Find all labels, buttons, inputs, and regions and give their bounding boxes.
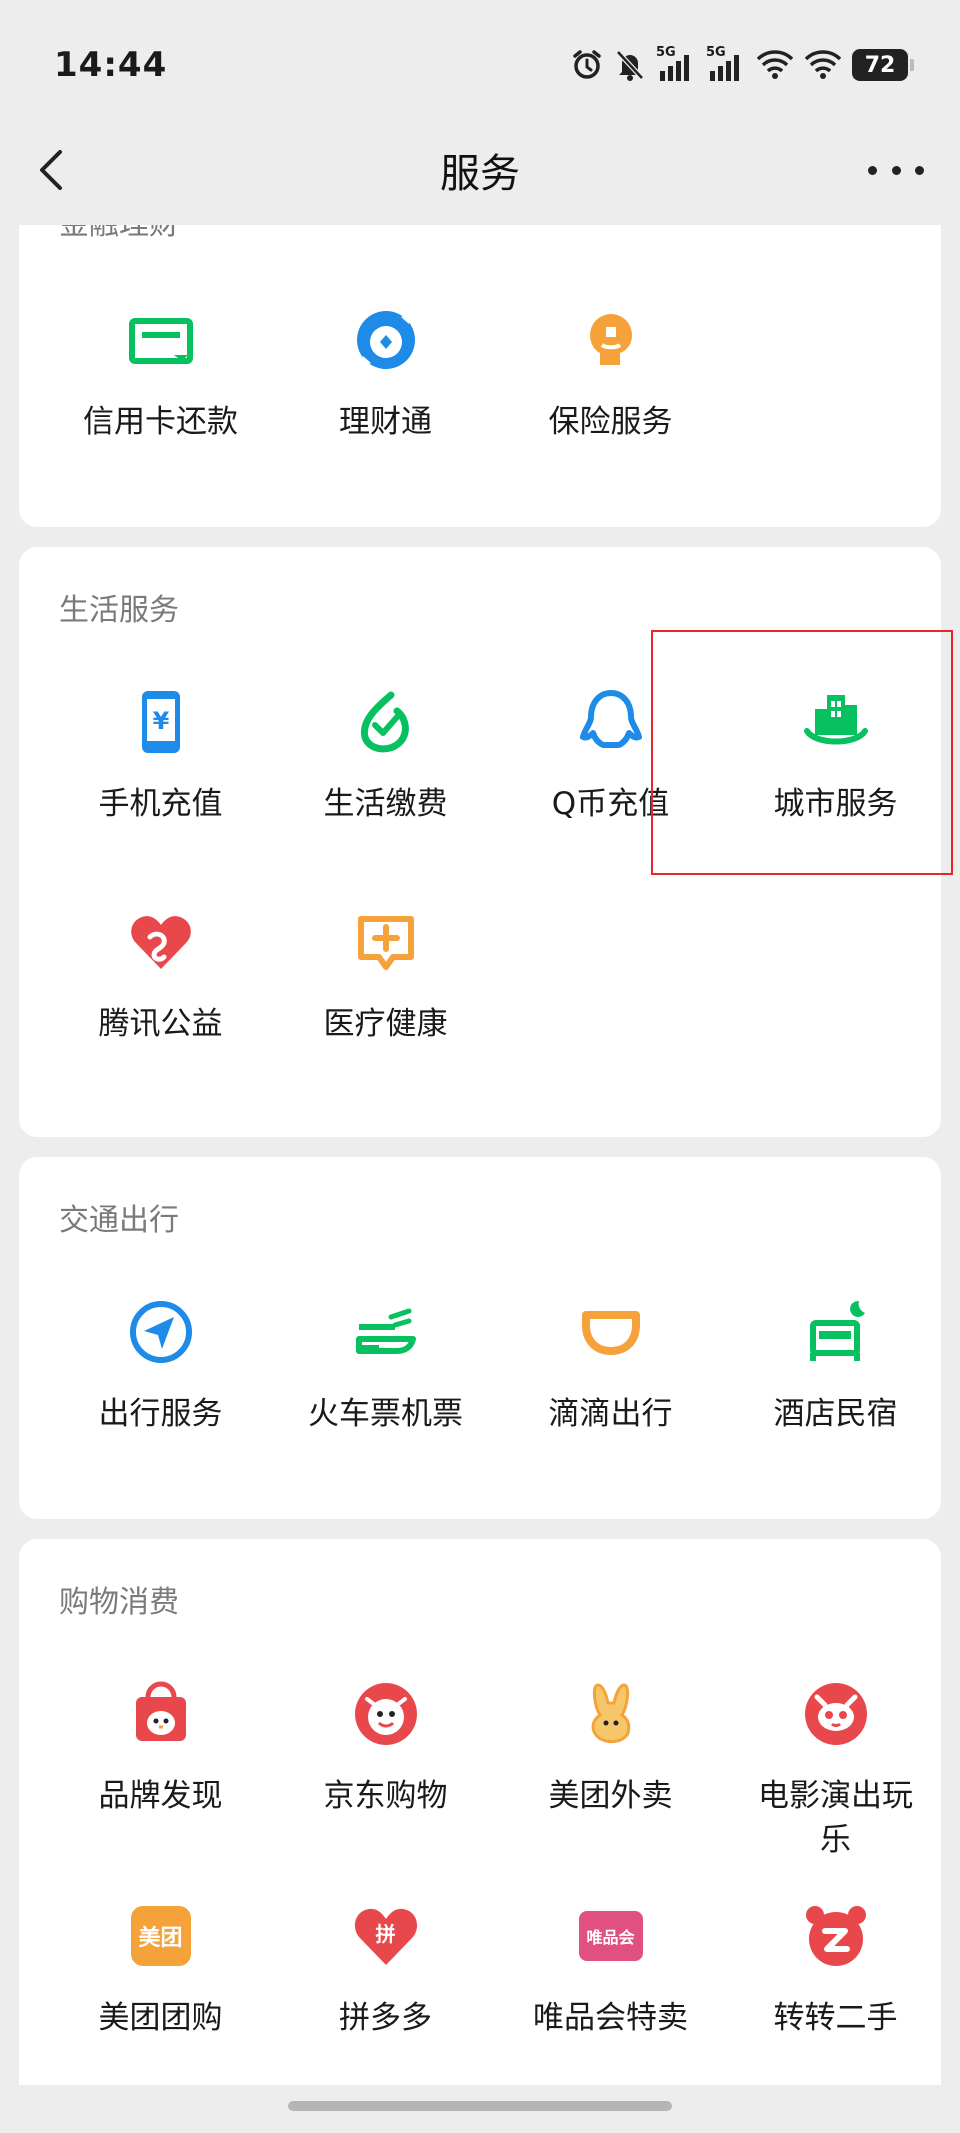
qq-coin-icon (571, 682, 651, 762)
section-title-finance: 金融理财 (59, 225, 179, 243)
meituan-delivery-icon (571, 1674, 651, 1754)
utility-payment-icon (346, 682, 426, 762)
service-label: 腾讯公益 (98, 1006, 223, 1042)
battery-indicator: 72 (852, 49, 914, 81)
hotel-icon (796, 1292, 876, 1372)
service-label: 城市服务 (773, 786, 898, 822)
service-label: 出行服务 (98, 1396, 223, 1432)
service-label: 美团外卖 (548, 1778, 673, 1814)
services-content[interactable]: 金融理财 信用卡还款 理财通 (0, 225, 960, 2085)
service-meituan-group[interactable]: 美团 美团团购 (48, 1896, 273, 2040)
shopping-card: 购物消费 品牌发现 京东购物 美团外卖 电影演出玩 乐 美团 美团团购 拼 拼多… (19, 1539, 941, 2085)
home-indicator[interactable] (288, 2101, 672, 2111)
mute-bell-icon (616, 50, 644, 81)
signal-bars-icon (660, 55, 689, 81)
wealth-icon (346, 300, 426, 380)
service-vipshop[interactable]: 唯品会 唯品会特卖 (498, 1896, 723, 2040)
city-service-icon (796, 682, 876, 762)
more-dot (868, 165, 877, 175)
service-credit-card[interactable]: 信用卡还款 (48, 300, 273, 444)
service-brand[interactable]: 品牌发现 (48, 1674, 273, 1818)
status-bar: 14:44 5G 5G 72 (0, 0, 960, 130)
service-label-line-1: 电影演出玩 (758, 1778, 913, 1814)
service-label: 滴滴出行 (548, 1396, 673, 1432)
service-label: 拼多多 (339, 2000, 432, 2036)
pinduoduo-badge: 拼 (375, 1921, 396, 1946)
service-movie[interactable]: 电影演出玩 乐 (723, 1674, 948, 1862)
service-label: 信用卡还款 (83, 404, 238, 440)
service-label: 品牌发现 (98, 1778, 223, 1814)
back-arrow-icon[interactable] (30, 146, 78, 194)
service-qq-coin[interactable]: Q币充值 (498, 682, 723, 826)
section-title-shopping: 购物消费 (59, 1585, 179, 1620)
service-label: 京东购物 (323, 1778, 448, 1814)
finance-card: 金融理财 信用卡还款 理财通 (19, 225, 941, 527)
jd-icon (346, 1674, 426, 1754)
vipshop-icon: 唯品会 (571, 1896, 651, 1976)
service-city[interactable]: 城市服务 (723, 682, 948, 826)
wifi-icon (804, 50, 842, 79)
service-travel[interactable]: 出行服务 (48, 1292, 273, 1436)
pinduoduo-icon: 拼 (346, 1896, 426, 1976)
section-title-life: 生活服务 (59, 593, 179, 628)
service-insurance[interactable]: 保险服务 (498, 300, 723, 444)
svg-text:¥: ¥ (152, 707, 169, 735)
page-title: 服务 (440, 151, 520, 197)
service-didi[interactable]: 滴滴出行 (498, 1292, 723, 1436)
meituan-badge: 美团 (130, 1906, 191, 1966)
service-utility[interactable]: 生活缴费 (273, 682, 498, 826)
more-options-icon[interactable] (868, 150, 924, 190)
signal-5g-2: 5G (706, 45, 746, 83)
charity-icon (121, 902, 201, 982)
service-label: 美团团购 (98, 2000, 223, 2036)
medical-icon (346, 902, 426, 982)
nav-bar: 服务 (0, 120, 960, 220)
service-meituan-delivery[interactable]: 美团外卖 (498, 1674, 723, 1818)
train-plane-ticket-icon (346, 1292, 426, 1372)
insurance-icon (571, 300, 651, 380)
service-label: 火车票机票 (308, 1396, 463, 1432)
service-label: 理财通 (339, 404, 432, 440)
service-label: 酒店民宿 (773, 1396, 898, 1432)
zhuanzhuan-icon (796, 1896, 876, 1976)
service-label: 手机充值 (98, 786, 223, 822)
life-services-card: 生活服务 ¥ 手机充值 生活缴费 Q币充值 城市服务 腾讯公益 医疗健康 (19, 547, 941, 1137)
service-label: Q币充值 (551, 786, 670, 822)
movie-icon (796, 1674, 876, 1754)
service-zhuanzhuan[interactable]: 转转二手 (723, 1896, 948, 2040)
service-label: 唯品会特卖 (533, 2000, 688, 2036)
credit-card-icon (121, 300, 201, 380)
service-label: 保险服务 (548, 404, 673, 440)
service-charity[interactable]: 腾讯公益 (48, 902, 273, 1046)
service-tickets[interactable]: 火车票机票 (273, 1292, 498, 1436)
status-time: 14:44 (54, 45, 168, 85)
service-label: 转转二手 (773, 2000, 898, 2036)
service-wealth[interactable]: 理财通 (273, 300, 498, 444)
service-label: 医疗健康 (323, 1006, 448, 1042)
service-label: 生活缴费 (323, 786, 448, 822)
wifi-icon (756, 50, 794, 79)
signal-bars-icon (710, 55, 739, 81)
travel-service-icon (121, 1292, 201, 1372)
service-hotel[interactable]: 酒店民宿 (723, 1292, 948, 1436)
signal-5g-1: 5G (656, 45, 696, 83)
service-pinduoduo[interactable]: 拼 拼多多 (273, 1896, 498, 2040)
more-dot (915, 165, 924, 175)
transport-card: 交通出行 出行服务 火车票机票 滴滴出行 酒店民宿 (19, 1157, 941, 1519)
status-icons: 5G 5G 72 (570, 45, 914, 83)
didi-icon (571, 1292, 651, 1372)
vipshop-badge: 唯品会 (578, 1911, 643, 1961)
section-title-transport: 交通出行 (59, 1203, 179, 1238)
service-jd[interactable]: 京东购物 (273, 1674, 498, 1818)
phone-topup-icon: ¥ (121, 682, 201, 762)
more-dot (891, 165, 901, 175)
service-label: 电影演出玩 乐 (723, 1774, 948, 1862)
service-label-line-2: 乐 (820, 1822, 851, 1858)
brand-discovery-icon (121, 1674, 201, 1754)
service-medical[interactable]: 医疗健康 (273, 902, 498, 1046)
meituan-group-icon: 美团 (121, 1896, 201, 1976)
service-phone-topup[interactable]: ¥ 手机充值 (48, 682, 273, 826)
alarm-icon (573, 50, 601, 79)
